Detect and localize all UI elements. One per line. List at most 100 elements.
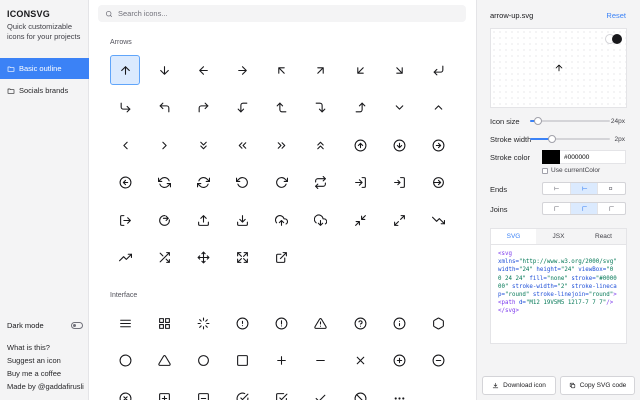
background-swatch-toggle[interactable]: [605, 34, 622, 44]
cap-square-option[interactable]: [598, 183, 625, 194]
icon-tile-corner-left-up[interactable]: [267, 93, 297, 123]
icon-tile-plus[interactable]: [267, 346, 297, 376]
tab-react[interactable]: React: [581, 229, 626, 244]
cap-butt-option[interactable]: [543, 183, 571, 194]
icon-tile-check-square[interactable]: [267, 383, 297, 400]
icon-tile-square[interactable]: [228, 346, 258, 376]
icon-tile-arrow-up-circle[interactable]: [345, 130, 375, 160]
icon-size-slider[interactable]: [530, 117, 610, 125]
icon-tile-chevron-down[interactable]: [384, 93, 414, 123]
icon-tile-menu[interactable]: [110, 308, 140, 338]
icon-tile-alert-circle[interactable]: [228, 308, 258, 338]
icon-tile-corner-down-left[interactable]: [424, 55, 454, 85]
dark-mode-toggle[interactable]: [71, 322, 83, 329]
icon-tile-rotate-cw[interactable]: [267, 168, 297, 198]
brand-logo[interactable]: ICONSVG: [7, 9, 50, 19]
link-buy-coffee[interactable]: Buy me a coffee: [7, 369, 84, 378]
icon-tile-upload[interactable]: [188, 205, 218, 235]
icon-tile-arrow-up-right[interactable]: [306, 55, 336, 85]
cap-round-option[interactable]: [570, 183, 599, 194]
svg-code-snippet[interactable]: <svg xmlns="http://www.w3.org/2000/svg" …: [491, 245, 626, 321]
icon-tile-move[interactable]: [188, 243, 218, 273]
icon-tile-slash[interactable]: [345, 383, 375, 400]
icon-tile-shuffle[interactable]: [149, 243, 179, 273]
icon-tile-minus-square[interactable]: [188, 383, 218, 400]
icon-tile-circle-alt[interactable]: [188, 346, 218, 376]
icon-tile-chevron-right[interactable]: [149, 130, 179, 160]
search-input[interactable]: [118, 9, 418, 18]
link-what-is-this[interactable]: What is this?: [7, 343, 84, 352]
icon-tile-hexagon[interactable]: [424, 308, 454, 338]
icon-tile-trending-down[interactable]: [424, 205, 454, 235]
icon-tile-chevron-left[interactable]: [110, 130, 140, 160]
icon-tile-corner-right-down[interactable]: [306, 93, 336, 123]
icon-tile-maximize[interactable]: [384, 205, 414, 235]
tab-jsx[interactable]: JSX: [536, 229, 581, 244]
icon-tile-chevrons-left[interactable]: [228, 130, 258, 160]
icon-tile-arrow-right-circle-alt[interactable]: [424, 168, 454, 198]
icon-tile-chevrons-down[interactable]: [188, 130, 218, 160]
join-miter-option[interactable]: [543, 203, 571, 214]
icon-tile-check-circle[interactable]: [228, 383, 258, 400]
icon-tile-plus-square[interactable]: [149, 383, 179, 400]
icon-tile-alert-triangle[interactable]: [306, 308, 336, 338]
icon-tile-corner-up-right[interactable]: [188, 93, 218, 123]
icon-tile-triangle[interactable]: [149, 346, 179, 376]
icon-tile-share-alt[interactable]: [149, 205, 179, 235]
icon-tile-download-cloud[interactable]: [306, 205, 336, 235]
icon-tile-arrow-down-circle[interactable]: [384, 130, 414, 160]
icon-tile-chevrons-right[interactable]: [267, 130, 297, 160]
icon-tile-chevron-up[interactable]: [424, 93, 454, 123]
icon-tile-arrow-left-circle[interactable]: [110, 168, 140, 198]
icon-tile-chevrons-up[interactable]: [306, 130, 336, 160]
link-suggest-icon[interactable]: Suggest an icon: [7, 356, 84, 365]
icon-tile-log-in-alt[interactable]: [384, 168, 414, 198]
join-bevel-option[interactable]: [598, 203, 625, 214]
icon-tile-external-link[interactable]: [267, 243, 297, 273]
icon-tile-corner-right-up[interactable]: [345, 93, 375, 123]
icon-tile-log-out[interactable]: [110, 205, 140, 235]
icon-tile-repeat[interactable]: [306, 168, 336, 198]
icon-tile-plus-circle[interactable]: [384, 346, 414, 376]
icon-tile-loader[interactable]: [188, 308, 218, 338]
icon-tile-corner-left-down[interactable]: [228, 93, 258, 123]
use-current-color-checkbox[interactable]: [542, 167, 548, 174]
link-made-by[interactable]: Made by @gaddafirusli: [7, 382, 84, 391]
icon-tile-minimize[interactable]: [345, 205, 375, 235]
icon-tile-arrow-right[interactable]: [228, 55, 258, 85]
stroke-color-input[interactable]: [564, 153, 619, 161]
icon-tile-refresh-cw[interactable]: [188, 168, 218, 198]
icon-tile-arrow-up-left[interactable]: [267, 55, 297, 85]
icon-tile-refresh-ccw[interactable]: [149, 168, 179, 198]
icon-tile-info[interactable]: [384, 308, 414, 338]
reset-button[interactable]: Reset: [606, 11, 626, 20]
sidebar-item-socials-brands[interactable]: Socials brands: [0, 80, 89, 101]
tab-svg[interactable]: SVG: [491, 229, 536, 244]
icon-tile-arrow-down[interactable]: [149, 55, 179, 85]
icon-size-slider-thumb[interactable]: [534, 117, 542, 125]
icon-tile-rotate-ccw[interactable]: [228, 168, 258, 198]
icon-tile-arrow-left[interactable]: [188, 55, 218, 85]
icon-tile-corner-up-left[interactable]: [149, 93, 179, 123]
icon-tile-arrow-up[interactable]: [110, 55, 140, 85]
icon-tile-check[interactable]: [306, 383, 336, 400]
use-current-color-option[interactable]: Use currentColor: [542, 167, 600, 174]
icon-tile-arrow-right-circle[interactable]: [424, 130, 454, 160]
icon-tile-circle[interactable]: [110, 346, 140, 376]
stroke-width-slider-thumb[interactable]: [548, 135, 557, 143]
icon-tile-arrow-down-right[interactable]: [384, 55, 414, 85]
sidebar-item-basic-outline[interactable]: Basic outline: [0, 58, 89, 79]
icon-tile-alert-octagon[interactable]: [267, 308, 297, 338]
icon-tile-grid[interactable]: [149, 308, 179, 338]
stroke-color-swatch[interactable]: [542, 150, 560, 164]
icon-tile-upload-cloud[interactable]: [267, 205, 297, 235]
copy-svg-code-button[interactable]: Copy SVG code: [560, 376, 635, 395]
stroke-width-slider[interactable]: [530, 135, 610, 143]
icon-tile-help-circle[interactable]: [345, 308, 375, 338]
join-round-option[interactable]: [570, 203, 599, 214]
dark-background-swatch[interactable]: [612, 34, 622, 44]
icon-tile-minus[interactable]: [306, 346, 336, 376]
icon-tile-maximize-alt[interactable]: [228, 243, 258, 273]
download-icon-button[interactable]: Download icon: [482, 376, 556, 395]
icon-tile-corner-down-right[interactable]: [110, 93, 140, 123]
